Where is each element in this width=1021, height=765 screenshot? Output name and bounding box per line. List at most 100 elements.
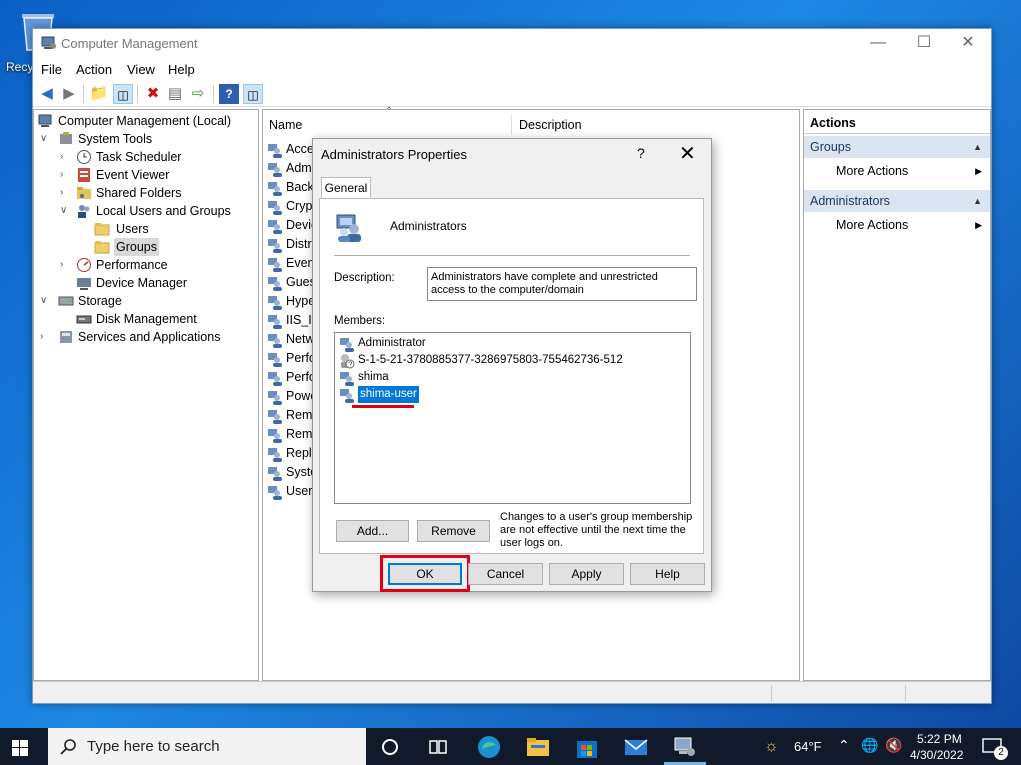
maximize-button[interactable]: ☐: [901, 29, 947, 59]
task-view-icon[interactable]: [428, 737, 448, 757]
group-icon: [268, 429, 282, 443]
dialog-title: Administrators Properties: [321, 147, 467, 162]
recycle-bin-label: Recy: [6, 60, 34, 74]
group-icon: [268, 182, 282, 196]
administrators-properties-dialog: Administrators Properties ? ✕ General Ad…: [312, 138, 712, 592]
taskbar: Type here to search ☼ 64°F ⌃ 🌐 🔇 5:22 PM…: [0, 728, 1021, 765]
actions-more-actions-administrators[interactable]: More Actions ▶: [804, 214, 990, 236]
group-name: Administrators: [390, 219, 467, 233]
members-list[interactable]: Administrator ? S-1-5-21-3780885377-3286…: [334, 332, 691, 504]
disk-icon: [76, 315, 92, 324]
collapse-triangle-icon[interactable]: ▲: [973, 190, 982, 212]
group-icon: [268, 486, 282, 500]
clock-time[interactable]: 5:22 PM: [917, 732, 962, 746]
help-icon[interactable]: ?: [219, 84, 239, 104]
forward-arrow-icon[interactable]: ▶: [59, 84, 79, 104]
group-icon: [268, 258, 282, 272]
clock-date[interactable]: 4/30/2022: [910, 748, 963, 762]
chevron-up-icon[interactable]: ⌃: [838, 737, 850, 754]
chevron-down-icon[interactable]: ∨: [60, 202, 70, 220]
weather-temp[interactable]: 64°F: [794, 739, 822, 754]
services-icon: [60, 331, 72, 343]
group-icon: [268, 220, 282, 234]
menu-view[interactable]: View: [127, 62, 155, 77]
add-button[interactable]: Add...: [336, 520, 409, 542]
help-button[interactable]: Help: [630, 563, 705, 585]
up-folder-icon[interactable]: 📁: [89, 84, 109, 104]
member-name: S-1-5-21-3780885377-3286975803-755462736…: [358, 354, 623, 366]
column-header-description[interactable]: Description: [519, 113, 582, 137]
volume-muted-icon[interactable]: 🔇: [885, 737, 902, 754]
delete-icon[interactable]: ✖: [143, 84, 163, 104]
cancel-button[interactable]: Cancel: [468, 563, 543, 585]
description-field[interactable]: Administrators have complete and unrestr…: [427, 267, 697, 301]
export-list-icon[interactable]: ⇨: [188, 84, 208, 104]
submenu-arrow-icon: ▶: [975, 166, 982, 176]
ok-button[interactable]: OK: [388, 563, 462, 585]
show-action-pane-icon[interactable]: ◫: [243, 84, 263, 104]
collapse-triangle-icon[interactable]: ▲: [973, 136, 982, 158]
general-tab-panel: Administrators Description: Administrato…: [319, 198, 704, 554]
dialog-help-button[interactable]: ?: [637, 145, 645, 161]
windows-start-icon[interactable]: [12, 740, 28, 756]
actions-header: Actions: [804, 112, 990, 134]
user-icon: [340, 389, 354, 403]
menu-help[interactable]: Help: [168, 62, 195, 77]
more-actions-label: More Actions: [836, 164, 909, 178]
search-icon: [60, 739, 76, 755]
chevron-down-icon[interactable]: ∨: [40, 292, 50, 310]
group-icon: [268, 239, 282, 253]
chevron-down-icon[interactable]: ∨: [40, 130, 50, 148]
user-icon: [340, 372, 354, 386]
group-icon: [268, 315, 282, 329]
svg-text:?: ?: [348, 362, 352, 369]
menu-action[interactable]: Action: [76, 62, 112, 77]
chevron-right-icon[interactable]: ›: [40, 328, 50, 346]
group-icon: [268, 372, 282, 386]
dialog-close-button[interactable]: ✕: [679, 141, 696, 166]
minimize-button[interactable]: —: [855, 29, 901, 59]
tree-services-apps-label: Services and Applications: [78, 330, 221, 344]
column-header-name[interactable]: Name: [269, 113, 302, 137]
taskbar-search-box[interactable]: Type here to search: [48, 728, 366, 765]
weather-icon[interactable]: ☼: [764, 738, 779, 756]
group-icon: [268, 353, 282, 367]
member-name: shima-user: [358, 386, 419, 403]
actions-section-groups[interactable]: Groups ▲: [804, 136, 990, 158]
file-explorer-icon[interactable]: [525, 734, 551, 760]
back-arrow-icon[interactable]: ◀: [37, 84, 57, 104]
chevron-right-icon[interactable]: ›: [60, 184, 70, 202]
cortana-icon[interactable]: [380, 737, 400, 757]
title-bar[interactable]: Computer Management — ☐ ✕: [33, 29, 991, 59]
unknown-user-icon: ?: [341, 354, 355, 369]
actions-section-administrators[interactable]: Administrators ▲: [804, 190, 990, 212]
network-icon[interactable]: 🌐: [861, 737, 878, 754]
console-tree: Computer Management (Local) ∨ System Too…: [33, 109, 259, 681]
group-icon: [268, 391, 282, 405]
chevron-right-icon[interactable]: ›: [60, 256, 70, 274]
status-segment: [905, 685, 906, 701]
apply-button[interactable]: Apply: [549, 563, 624, 585]
list-item-name: Netw: [286, 332, 315, 346]
show-hide-tree-icon[interactable]: ◫: [113, 84, 133, 104]
actions-pane: Actions Groups ▲ More Actions ▶ Administ…: [803, 109, 991, 681]
chevron-right-icon[interactable]: ›: [60, 148, 70, 166]
tab-general[interactable]: General: [321, 177, 371, 199]
mail-icon[interactable]: [623, 734, 649, 760]
chevron-right-icon[interactable]: ›: [60, 166, 70, 184]
close-button[interactable]: ✕: [945, 29, 991, 59]
tree-storage-label: Storage: [78, 294, 122, 308]
menu-file[interactable]: File: [41, 62, 62, 77]
description-label: Description:: [334, 272, 395, 284]
folder-icon: [94, 241, 110, 254]
actions-more-actions-groups[interactable]: More Actions ▶: [804, 160, 990, 182]
tree-shared-folders-label: Shared Folders: [96, 186, 182, 200]
properties-icon[interactable]: ▤: [165, 84, 185, 104]
microsoft-store-icon[interactable]: [574, 734, 600, 760]
remove-button[interactable]: Remove: [417, 520, 490, 542]
actions-section-groups-label: Groups: [810, 140, 851, 154]
edge-browser-icon[interactable]: [476, 734, 502, 760]
computer-management-taskbar-icon[interactable]: [672, 734, 698, 760]
more-actions-label: More Actions: [836, 218, 909, 232]
separator-line: [334, 255, 690, 256]
